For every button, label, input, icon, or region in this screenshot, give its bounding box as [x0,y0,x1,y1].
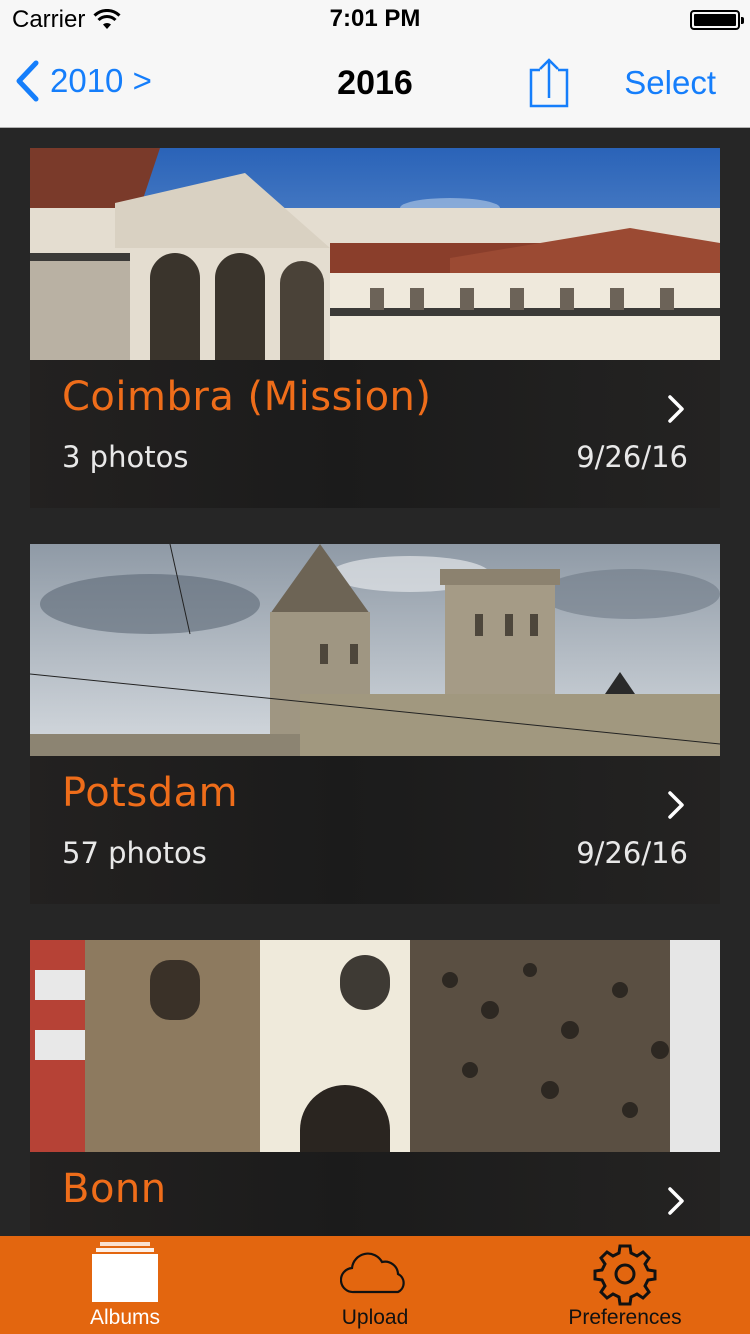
album-cover-image [30,940,720,1154]
tab-upload[interactable]: Upload [250,1236,500,1334]
album-photo-count: 57 photos [62,836,207,870]
select-button[interactable]: Select [624,64,716,102]
status-time: 7:01 PM [329,5,421,32]
album-title: Bonn [62,1166,167,1212]
album-title: Coimbra (Mission) [62,374,432,420]
album-cover-image [30,544,720,758]
album-info-panel: Coimbra (Mission) 3 photos 9/26/16 [30,360,720,508]
status-bar: Carrier 7:01 PM [0,0,750,40]
gear-icon [593,1244,657,1306]
share-icon[interactable] [528,56,570,112]
album-card[interactable]: Coimbra (Mission) 3 photos 9/26/16 [30,148,720,508]
chevron-right-icon [668,1187,684,1215]
tab-preferences[interactable]: Preferences [500,1236,750,1334]
album-cover-image [30,148,720,362]
tab-bar: Albums Upload Preferences [0,1236,750,1334]
battery-icon [690,10,744,30]
album-photo-count: 3 photos [62,440,189,474]
top-bar: Carrier 7:01 PM 2010 > 2016 Select [0,0,750,128]
album-info-panel: Potsdam 57 photos 9/26/16 [30,756,720,904]
tab-preferences-label: Preferences [568,1306,682,1329]
chevron-right-icon [668,791,684,819]
album-date: 9/26/16 [576,836,688,870]
tab-albums-label: Albums [89,1306,161,1329]
tab-upload-label: Upload [341,1306,409,1329]
tab-albums[interactable]: Albums [0,1236,250,1334]
album-date: 9/26/16 [576,440,688,474]
albums-icon [92,1242,158,1302]
album-card[interactable]: Bonn [30,940,720,1236]
album-info-panel: Bonn [30,1152,720,1236]
navigation-bar: 2010 > 2016 Select [0,40,750,128]
album-list[interactable]: Coimbra (Mission) 3 photos 9/26/16 Potsd… [0,128,750,1236]
chevron-right-icon [668,395,684,423]
album-title: Potsdam [62,770,239,816]
album-card[interactable]: Potsdam 57 photos 9/26/16 [30,544,720,904]
cloud-icon [340,1252,405,1294]
